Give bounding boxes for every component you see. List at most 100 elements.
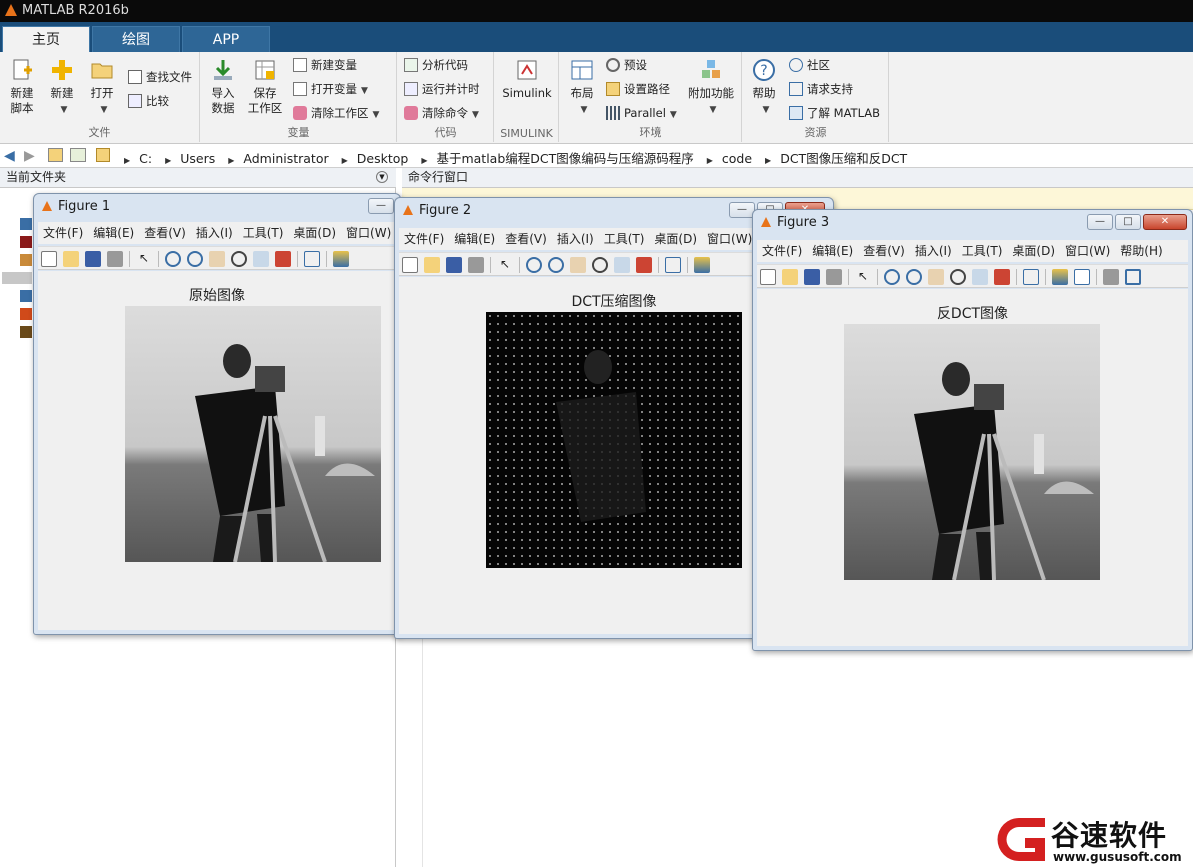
request-support-button[interactable]: 请求支持 [789,80,853,98]
print-icon[interactable] [468,257,484,273]
run-and-time-button[interactable]: 运行并计时 [404,80,480,98]
menu-tools[interactable]: 工具(T) [599,228,650,250]
menu-window[interactable]: 窗口(W) [702,228,757,250]
breadcrumb-item[interactable]: Users [180,151,215,166]
menu-file[interactable]: 文件(F) [38,222,88,244]
file-icon[interactable] [20,308,32,320]
menu-desktop[interactable]: 桌面(D) [1007,240,1060,262]
figure-1-window[interactable]: Figure 1 — 文件(F) 编辑(E) 查看(V) 插入(I) 工具(T) 桌面(D… [33,193,401,635]
new-button[interactable]: 新建 ▼ [44,58,80,118]
rotate-3d-icon[interactable] [592,257,608,273]
print-icon[interactable] [107,251,123,267]
menu-tools[interactable]: 工具(T) [238,222,289,244]
help-button[interactable]: ? 帮助 ▼ [747,58,781,118]
file-icon[interactable] [20,290,32,302]
add-ons-button[interactable]: 附加功能 ▼ [686,58,736,118]
new-figure-icon[interactable] [402,257,418,273]
breadcrumb-item[interactable]: 基于matlab编程DCT图像编码与压缩源码程序 [436,148,693,167]
preferences-button[interactable]: 预设 [606,56,647,74]
up-folder-icon[interactable] [48,148,63,162]
data-cursor-icon[interactable] [972,269,988,285]
layout-button[interactable]: 布局 ▼ [564,58,600,118]
menu-view[interactable]: 查看(V) [500,228,552,250]
menu-edit[interactable]: 编辑(E) [807,240,858,262]
minimize-button[interactable]: — [1087,214,1113,230]
pointer-icon[interactable]: ↖ [136,251,152,267]
new-figure-icon[interactable] [41,251,57,267]
tab-plots[interactable]: 绘图 [92,26,180,52]
learn-matlab-button[interactable]: 了解 MATLAB [789,104,880,122]
simulink-button[interactable]: Simulink [501,58,553,101]
menu-insert[interactable]: 插入(I) [552,228,599,250]
find-files-button[interactable]: 查找文件 [128,68,192,86]
zoom-out-icon[interactable] [906,269,922,285]
menu-file[interactable]: 文件(F) [757,240,807,262]
zoom-out-icon[interactable] [187,251,203,267]
panel-options-icon[interactable]: ▼ [376,171,388,183]
menu-desktop[interactable]: 桌面(D) [288,222,341,244]
tab-apps[interactable]: APP [182,26,270,52]
menu-desktop[interactable]: 桌面(D) [649,228,702,250]
legend-icon[interactable] [1074,269,1090,285]
rotate-3d-icon[interactable] [950,269,966,285]
open-button[interactable]: 打开 ▼ [84,58,120,118]
file-icon[interactable] [20,326,32,338]
open-file-icon[interactable] [63,251,79,267]
maximize-button[interactable]: □ [1115,214,1141,230]
save-icon[interactable] [446,257,462,273]
file-icon[interactable] [20,236,32,248]
pointer-icon[interactable]: ↖ [855,269,871,285]
brush-icon[interactable] [994,269,1010,285]
new-variable-button[interactable]: 新建变量 [293,56,357,74]
browse-folder-icon[interactable] [70,148,86,162]
community-button[interactable]: 社区 [789,56,830,74]
data-cursor-icon[interactable] [253,251,269,267]
colorbar-icon[interactable] [333,251,349,267]
file-icon[interactable] [20,254,32,266]
colorbar-icon[interactable] [694,257,710,273]
tab-home[interactable]: 主页 [2,26,90,52]
new-figure-icon[interactable] [760,269,776,285]
minimize-button[interactable]: — [368,198,394,214]
link-plot-icon[interactable] [665,257,681,273]
breadcrumb-item[interactable]: Administrator [243,151,328,166]
breadcrumb-item[interactable]: code [722,151,752,166]
file-icon[interactable] [20,218,32,230]
save-workspace-button[interactable]: 保存 工作区 [245,58,285,116]
link-plot-icon[interactable] [1023,269,1039,285]
compare-button[interactable]: 比较 [128,92,169,110]
menu-file[interactable]: 文件(F) [399,228,449,250]
clear-commands-button[interactable]: 清除命令 ▼ [404,104,479,122]
breadcrumb-item[interactable]: C: [139,151,152,166]
figure-3-window[interactable]: Figure 3 — □ ✕ 文件(F) 编辑(E) 查看(V) 插入(I) 工具(T)… [752,209,1193,651]
link-plot-icon[interactable] [304,251,320,267]
pan-hand-icon[interactable] [209,251,225,267]
menu-window[interactable]: 窗口(W) [1060,240,1115,262]
menu-edit[interactable]: 编辑(E) [449,228,500,250]
breadcrumb-item[interactable]: DCT图像压缩和反DCT [780,148,907,167]
menu-window[interactable]: 窗口(W) [341,222,396,244]
menu-tools[interactable]: 工具(T) [957,240,1008,262]
rotate-3d-icon[interactable] [231,251,247,267]
file-icon[interactable] [2,272,32,284]
save-icon[interactable] [804,269,820,285]
menu-view[interactable]: 查看(V) [139,222,191,244]
import-data-button[interactable]: 导入 数据 [205,58,241,116]
set-path-button[interactable]: 设置路径 [606,80,670,98]
pointer-icon[interactable]: ↖ [497,257,513,273]
close-button[interactable]: ✕ [1143,214,1187,230]
back-arrow-icon[interactable]: ◀ [4,148,15,164]
open-variable-button[interactable]: 打开变量 ▼ [293,80,368,98]
zoom-in-icon[interactable] [165,251,181,267]
zoom-in-icon[interactable] [884,269,900,285]
show-plot-tools-icon[interactable] [1125,269,1141,285]
new-script-button[interactable]: 新建 脚本 [4,58,40,116]
menu-view[interactable]: 查看(V) [858,240,910,262]
open-file-icon[interactable] [782,269,798,285]
print-icon[interactable] [826,269,842,285]
forward-arrow-icon[interactable]: ▶ [24,148,35,164]
zoom-in-icon[interactable] [526,257,542,273]
menu-help[interactable]: 帮助(H) [1115,240,1167,262]
brush-icon[interactable] [275,251,291,267]
save-icon[interactable] [85,251,101,267]
